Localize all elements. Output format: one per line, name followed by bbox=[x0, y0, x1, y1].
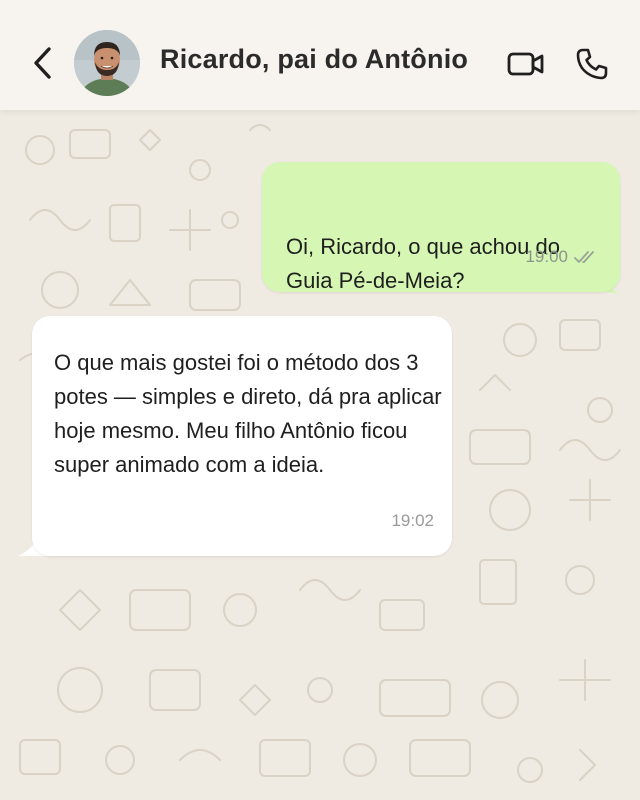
message-text: O que mais gostei foi o método dos 3 pot… bbox=[54, 350, 442, 477]
contact-photo bbox=[74, 30, 140, 96]
back-button[interactable] bbox=[24, 40, 60, 86]
avatar[interactable] bbox=[74, 30, 140, 96]
incoming-message-bubble[interactable]: O que mais gostei foi o método dos 3 pot… bbox=[32, 316, 452, 556]
video-camera-icon bbox=[507, 52, 544, 76]
voice-call-button[interactable] bbox=[570, 42, 614, 86]
contact-name[interactable]: Ricardo, pai do Antônio bbox=[160, 44, 468, 75]
message-time: 19:00 bbox=[525, 247, 568, 266]
outgoing-message-bubble[interactable]: Oi, Ricardo, o que achou do Guia Pé-de-M… bbox=[262, 162, 620, 293]
double-check-read-icon bbox=[574, 251, 594, 263]
chat-area[interactable]: Oi, Ricardo, o que achou do Guia Pé-de-M… bbox=[0, 110, 640, 800]
chevron-left-icon bbox=[34, 47, 51, 79]
chat-header: Ricardo, pai do Antônio bbox=[0, 0, 640, 110]
video-call-button[interactable] bbox=[504, 42, 548, 86]
message-meta: 19:00 bbox=[525, 240, 598, 274]
phone-icon bbox=[576, 48, 608, 80]
message-time: 19:02 bbox=[391, 511, 434, 530]
